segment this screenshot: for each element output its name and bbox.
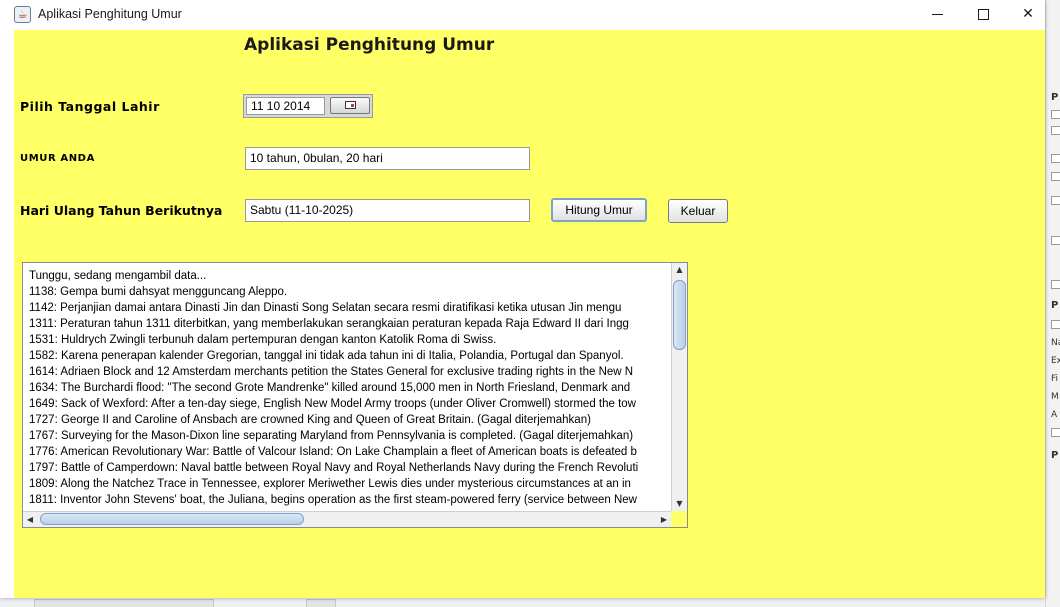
history-line: 1142: Perjanjian damai antara Dinasti Ji… — [29, 302, 622, 314]
background-icon — [1051, 236, 1060, 245]
scroll-down-arrow-icon[interactable]: ▼ — [672, 497, 687, 511]
history-line: 1649: Sack of Wexford: After a ten-day s… — [29, 398, 636, 410]
close-icon: ✕ — [1022, 6, 1034, 22]
background-tab — [306, 599, 336, 607]
scroll-corner — [671, 511, 687, 527]
background-icon — [1051, 154, 1060, 163]
date-picker: 11 10 2014 — [243, 94, 373, 118]
horizontal-scrollbar[interactable]: ◀ ▶ — [23, 511, 671, 527]
background-icon — [1051, 126, 1060, 135]
background-text: A — [1051, 410, 1058, 420]
background-icon — [1051, 196, 1060, 205]
background-text: P — [1051, 300, 1059, 311]
background-text: P — [1051, 450, 1059, 461]
history-line: 1809: Along the Natchez Trace in Tenness… — [29, 478, 631, 490]
exit-button[interactable]: Keluar — [668, 199, 728, 223]
history-line: 1531: Huldrych Zwingli terbunuh dalam pe… — [29, 334, 497, 346]
java-app-icon: ☕ — [14, 6, 31, 23]
background-text: Ex — [1051, 356, 1060, 366]
background-text: P — [1051, 92, 1059, 103]
scroll-right-arrow-icon[interactable]: ▶ — [657, 512, 671, 527]
calendar-button[interactable] — [330, 97, 370, 114]
app-window: ☕ Aplikasi Penghitung Umur ✕ Aplikasi Pe… — [0, 0, 1045, 598]
history-line: 1634: The Burchardi flood: "The second G… — [29, 382, 631, 394]
age-label: UMUR ANDA — [20, 153, 95, 164]
window-title: Aplikasi Penghitung Umur — [38, 7, 182, 21]
next-birthday-label: Hari Ulang Tahun Berikutnya — [20, 203, 223, 218]
birth-date-label: Pilih Tanggal Lahir — [20, 99, 160, 114]
history-line: 1614: Adriaen Block and 12 Amsterdam mer… — [29, 366, 634, 378]
background-icon — [1051, 172, 1060, 181]
background-text: Fi — [1051, 374, 1059, 384]
minimize-button[interactable] — [914, 0, 960, 30]
background-ide-tabs — [14, 598, 1045, 607]
history-line: 1727: George II and Caroline of Ansbach … — [29, 414, 591, 426]
background-icon — [1051, 320, 1060, 329]
close-button[interactable]: ✕ — [1005, 0, 1051, 30]
background-icon — [1051, 280, 1060, 289]
background-text: Na — [1051, 338, 1060, 348]
background-tab — [34, 599, 214, 607]
title-bar[interactable]: ☕ Aplikasi Penghitung Umur ✕ — [0, 0, 1045, 30]
history-line: 1797: Battle of Camperdown: Naval battle… — [29, 462, 639, 474]
maximize-button[interactable] — [960, 0, 1006, 30]
page-title: Aplikasi Penghitung Umur — [244, 35, 495, 55]
calculate-age-button[interactable]: Hitung Umur — [551, 198, 647, 222]
background-ide-panel: P P Na Ex Fi M A P — [1045, 0, 1060, 607]
history-line: 1811: Inventor John Stevens' boat, the J… — [29, 494, 637, 506]
horizontal-scroll-thumb[interactable] — [40, 513, 304, 525]
vertical-scrollbar[interactable]: ▲ ▼ — [671, 263, 687, 511]
history-textarea[interactable]: Tunggu, sedang mengambil data... 1138: G… — [22, 262, 688, 528]
scroll-left-arrow-icon[interactable]: ◀ — [23, 512, 37, 527]
history-line: 1311: Peraturan tahun 1311 diterbitkan, … — [29, 318, 629, 330]
form-panel: Aplikasi Penghitung Umur Pilih Tanggal L… — [14, 30, 1045, 598]
calendar-icon — [345, 101, 356, 109]
vertical-scroll-thumb[interactable] — [673, 280, 686, 350]
maximize-icon — [977, 8, 989, 20]
history-line: 1582: Karena penerapan kalender Gregoria… — [29, 350, 624, 362]
birth-date-field[interactable]: 11 10 2014 — [246, 97, 325, 115]
history-line: 1776: American Revolutionary War: Battle… — [29, 446, 637, 458]
scroll-up-arrow-icon[interactable]: ▲ — [672, 263, 687, 277]
background-icon — [1051, 110, 1060, 119]
background-text: M — [1051, 392, 1059, 402]
history-line: 1767: Surveying for the Mason-Dixon line… — [29, 430, 634, 442]
next-birthday-field[interactable]: Sabtu (11-10-2025) — [245, 199, 530, 222]
history-line: 1138: Gempa bumi dahsyat mengguncang Ale… — [29, 286, 288, 298]
history-line: Tunggu, sedang mengambil data... — [29, 270, 207, 282]
age-field[interactable]: 10 tahun, 0bulan, 20 hari — [245, 147, 530, 170]
history-text[interactable]: Tunggu, sedang mengambil data... 1138: G… — [23, 263, 671, 511]
minimize-icon — [931, 13, 943, 15]
background-icon — [1051, 428, 1060, 437]
